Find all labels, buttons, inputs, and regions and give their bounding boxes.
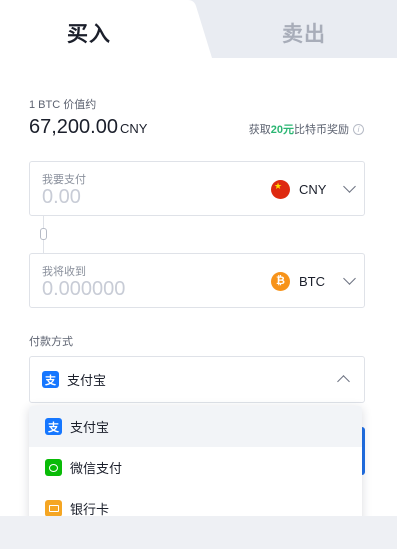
price-label: 1 BTC 价值约	[29, 99, 97, 111]
page-background-strip	[0, 516, 397, 549]
pay-amount-field[interactable]: 我要支付 CNY	[29, 161, 365, 216]
china-flag-icon	[271, 179, 290, 199]
alipay-icon: 支	[45, 418, 62, 435]
payment-option-label: 支付宝	[70, 420, 110, 435]
pay-amount-label: 我要支付	[42, 174, 86, 186]
payment-option-wechat[interactable]: 微信支付	[29, 447, 362, 488]
tab-sell[interactable]: 卖出	[282, 18, 326, 48]
receive-currency-select[interactable]: ₿ BTC	[271, 270, 356, 292]
payment-option-alipay[interactable]: 支 支付宝	[29, 406, 362, 447]
pay-currency-select[interactable]: CNY	[271, 178, 356, 200]
chevron-up-icon	[337, 375, 350, 388]
payment-method-selected: 支付宝	[67, 373, 107, 388]
reward-prefix: 获取	[248, 124, 271, 136]
btc-price-value: 67,200.00	[29, 116, 118, 138]
trade-tabs: 买入 卖出	[0, 0, 397, 58]
pay-amount-input[interactable]	[42, 186, 222, 209]
pay-currency-code: CNY	[299, 181, 327, 197]
payment-option-label: 微信支付	[70, 461, 123, 476]
btc-price-currency: CNY	[119, 121, 148, 136]
tab-buy[interactable]: 买入	[67, 18, 111, 48]
link-icon	[40, 228, 47, 240]
btc-price: 67,200.00 CNY	[29, 116, 147, 139]
chevron-down-icon	[343, 272, 356, 285]
reward-suffix: 比特币奖励	[294, 124, 349, 136]
payment-method-label: 付款方式	[29, 336, 73, 348]
tab-buy-background	[0, 0, 212, 58]
info-icon[interactable]: i	[353, 123, 364, 135]
payment-method-dropdown: 支 支付宝 微信支付 银行卡	[29, 406, 362, 530]
payment-method-select[interactable]: 支 支付宝	[29, 356, 365, 403]
reward-amount: 20元	[270, 124, 294, 136]
reward-banner[interactable]: 获取 20元 比特币奖励 i	[249, 121, 364, 137]
alipay-icon: 支	[42, 371, 59, 388]
receive-amount-label: 我将收到	[42, 266, 86, 278]
receive-currency-code: BTC	[299, 273, 325, 289]
chevron-down-icon	[343, 180, 356, 193]
trade-card: 买入 卖出 1 BTC 价值约 67,200.00 CNY 获取 20元 比特币奖励 …	[0, 0, 397, 530]
receive-amount-input[interactable]	[42, 278, 222, 301]
wechat-icon	[45, 459, 62, 476]
receive-amount-field[interactable]: 我将收到 ₿ BTC	[29, 253, 365, 308]
bitcoin-icon: ₿	[271, 271, 290, 291]
bank-card-icon	[45, 500, 62, 517]
